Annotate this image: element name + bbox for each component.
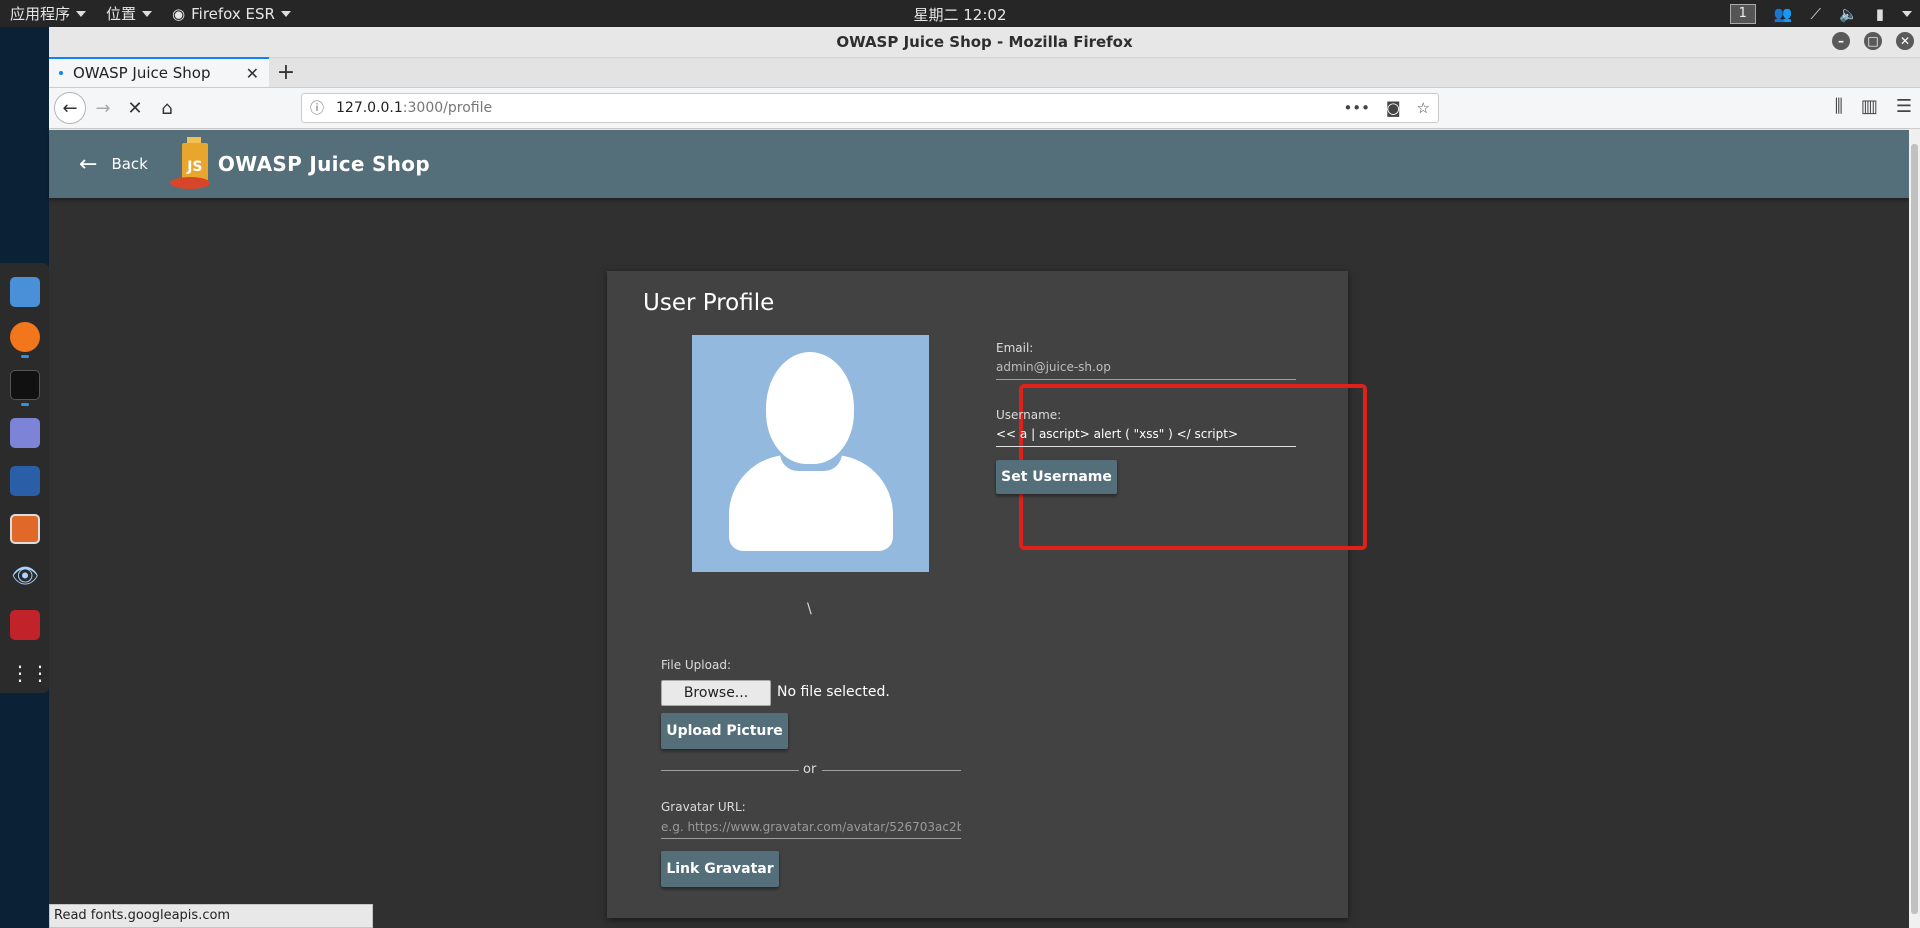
places-menu-label: 位置: [106, 5, 137, 23]
firefox-icon[interactable]: [10, 322, 40, 352]
close-tab-icon[interactable]: ✕: [246, 64, 259, 83]
bookmark-star-icon[interactable]: ☆: [1417, 99, 1430, 117]
tab-strip: OWASP Juice Shop ✕ +: [49, 57, 1920, 88]
forward-button[interactable]: →: [88, 93, 118, 123]
app-toolbar: ← Back JS OWASP Juice Shop: [49, 130, 1909, 198]
show-apps-icon[interactable]: ⋮⋮: [10, 658, 50, 688]
gravatar-label: Gravatar URL:: [661, 800, 746, 814]
hamburger-menu-icon[interactable]: ☰: [1896, 96, 1912, 117]
firefox-icon: ◉: [172, 4, 186, 23]
navigation-toolbar: ← → ✕ ⌂ ⓘ 127.0.0.1:3000/profile ••• ◙ ☆…: [49, 88, 1920, 129]
tab-juice-shop[interactable]: OWASP Juice Shop ✕: [49, 57, 269, 87]
gravatar-underline: [661, 838, 961, 839]
window-titlebar: OWASP Juice Shop - Mozilla Firefox – □ ✕: [49, 27, 1920, 58]
status-bar: Read fonts.googleapis.com: [49, 904, 373, 928]
loading-dot-icon: [59, 71, 63, 75]
running-indicator: [21, 355, 29, 358]
applications-menu-label: 应用程序: [10, 5, 71, 23]
workspace-indicator[interactable]: 1: [1729, 3, 1756, 24]
chevron-down-icon: [76, 10, 87, 17]
sidebar-icon[interactable]: ▥: [1861, 96, 1878, 117]
app-back-button[interactable]: ← Back: [79, 152, 148, 177]
divider-right: [822, 770, 961, 771]
page-actions-icon[interactable]: •••: [1343, 99, 1370, 117]
files-icon[interactable]: [10, 277, 40, 307]
site-info-icon[interactable]: ⓘ: [310, 98, 324, 118]
people-icon[interactable]: 👥: [1774, 5, 1793, 23]
firefox-window: OWASP Juice Shop - Mozilla Firefox – □ ✕…: [49, 27, 1920, 928]
username-label: Username:: [996, 408, 1062, 422]
metasploit-icon[interactable]: [10, 466, 40, 496]
email-underline: [996, 379, 1296, 380]
juice-shop-logo[interactable]: JS: [169, 137, 212, 191]
chevron-down-icon: [280, 10, 291, 17]
volume-icon[interactable]: 🔈: [1839, 5, 1858, 23]
email-field: admin@juice-sh.op: [996, 360, 1111, 374]
scrollbar-thumb[interactable]: [1911, 144, 1918, 914]
url-path: :3000/profile: [402, 100, 493, 116]
text-editor-icon[interactable]: [10, 418, 40, 448]
chevron-down-icon[interactable]: [1902, 10, 1912, 17]
firefox-app-menu-label: Firefox ESR: [191, 4, 275, 23]
app-back-label: Back: [111, 155, 148, 173]
library-icon[interactable]: ⫼: [1835, 96, 1843, 117]
file-upload-label: File Upload:: [661, 658, 731, 672]
stop-button[interactable]: ✕: [120, 93, 150, 123]
applications-menu[interactable]: 应用程序: [0, 0, 96, 27]
url-bar[interactable]: ⓘ 127.0.0.1:3000/profile ••• ◙ ☆: [301, 93, 1439, 123]
close-window-button[interactable]: ✕: [1896, 32, 1914, 50]
places-menu[interactable]: 位置: [96, 0, 162, 27]
profile-avatar: [692, 335, 929, 572]
page-content: ← Back JS OWASP Juice Shop User Profile …: [49, 130, 1909, 928]
new-tab-button[interactable]: +: [269, 57, 303, 87]
divider-left: [661, 770, 799, 771]
system-top-bar: 应用程序 位置 ◉ Firefox ESR 星期二 12:02 1 👥 ⟋ 🔈 …: [0, 0, 1920, 27]
cherrytree-icon[interactable]: [10, 610, 40, 640]
pocket-icon[interactable]: ◙: [1386, 99, 1401, 117]
app-title[interactable]: OWASP Juice Shop: [218, 152, 430, 176]
eye-icon[interactable]: 👁: [10, 562, 40, 592]
gravatar-url-input[interactable]: e.g. https://www.gravatar.com/avatar/526…: [661, 820, 961, 834]
page-title: User Profile: [643, 290, 775, 316]
page-scrollbar[interactable]: [1909, 130, 1920, 928]
running-indicator: [21, 403, 29, 406]
username-display: \: [807, 601, 812, 617]
logo-splash: [169, 177, 210, 189]
chevron-down-icon: [142, 10, 153, 17]
minimize-button[interactable]: –: [1832, 32, 1850, 50]
firefox-app-menu[interactable]: ◉ Firefox ESR: [162, 0, 301, 27]
set-username-button[interactable]: Set Username: [996, 460, 1117, 494]
back-button[interactable]: ←: [54, 92, 86, 124]
email-label: Email:: [996, 341, 1034, 355]
upload-picture-button[interactable]: Upload Picture: [661, 713, 788, 749]
terminal-icon[interactable]: [10, 370, 40, 400]
dock: 👁 ⋮⋮: [0, 263, 50, 693]
no-file-text: No file selected.: [777, 684, 890, 700]
avatar-head: [766, 352, 854, 464]
tab-title: OWASP Juice Shop: [73, 64, 211, 82]
link-gravatar-button[interactable]: Link Gravatar: [661, 851, 779, 887]
username-underline: [996, 446, 1296, 447]
user-profile-card: User Profile \ Email: admin@juice-sh.op …: [607, 271, 1367, 918]
or-text: or: [803, 762, 817, 777]
burpsuite-icon[interactable]: [10, 514, 40, 544]
maximize-button[interactable]: □: [1864, 32, 1882, 50]
url-host: 127.0.0.1: [336, 100, 403, 116]
browse-button[interactable]: Browse...: [661, 680, 771, 706]
arrow-back-icon: ←: [79, 151, 98, 177]
network-icon[interactable]: ⟋: [1811, 5, 1822, 23]
window-title: OWASP Juice Shop - Mozilla Firefox: [836, 33, 1133, 51]
battery-icon[interactable]: ▮: [1876, 5, 1884, 23]
username-field[interactable]: << a | ascript> alert ( "xss" ) </ scrip…: [996, 427, 1238, 441]
home-button[interactable]: ⌂: [152, 93, 182, 123]
logo-carton: JS: [181, 143, 208, 181]
